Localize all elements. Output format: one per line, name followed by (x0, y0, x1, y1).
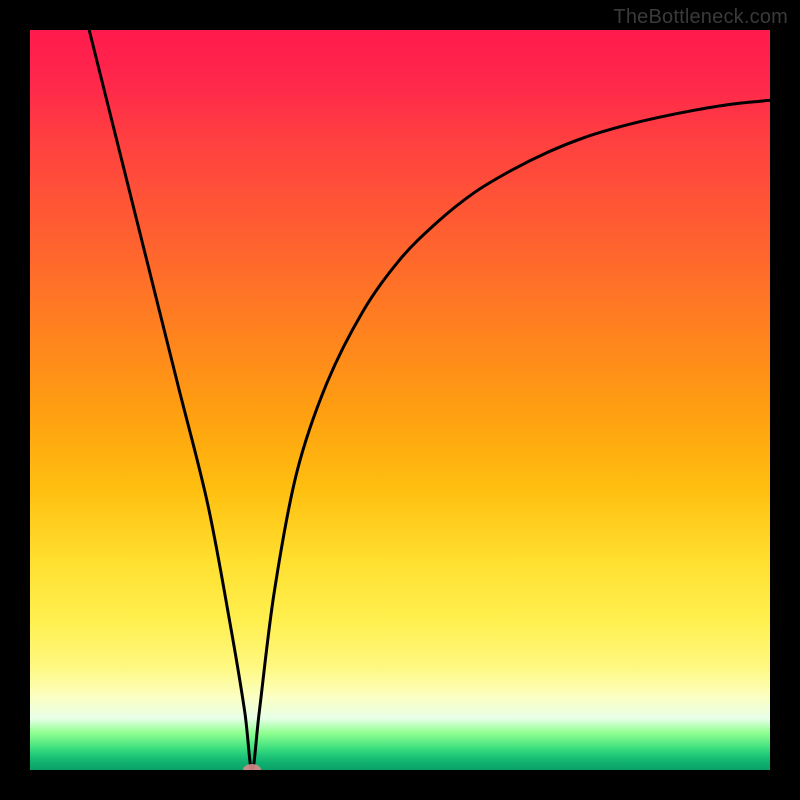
chart-frame: TheBottleneck.com (0, 0, 800, 800)
plot-area (30, 30, 770, 770)
bottleneck-curve (89, 30, 770, 770)
minimum-marker (243, 764, 261, 770)
curve-svg (30, 30, 770, 770)
attribution-text: TheBottleneck.com (613, 6, 788, 29)
